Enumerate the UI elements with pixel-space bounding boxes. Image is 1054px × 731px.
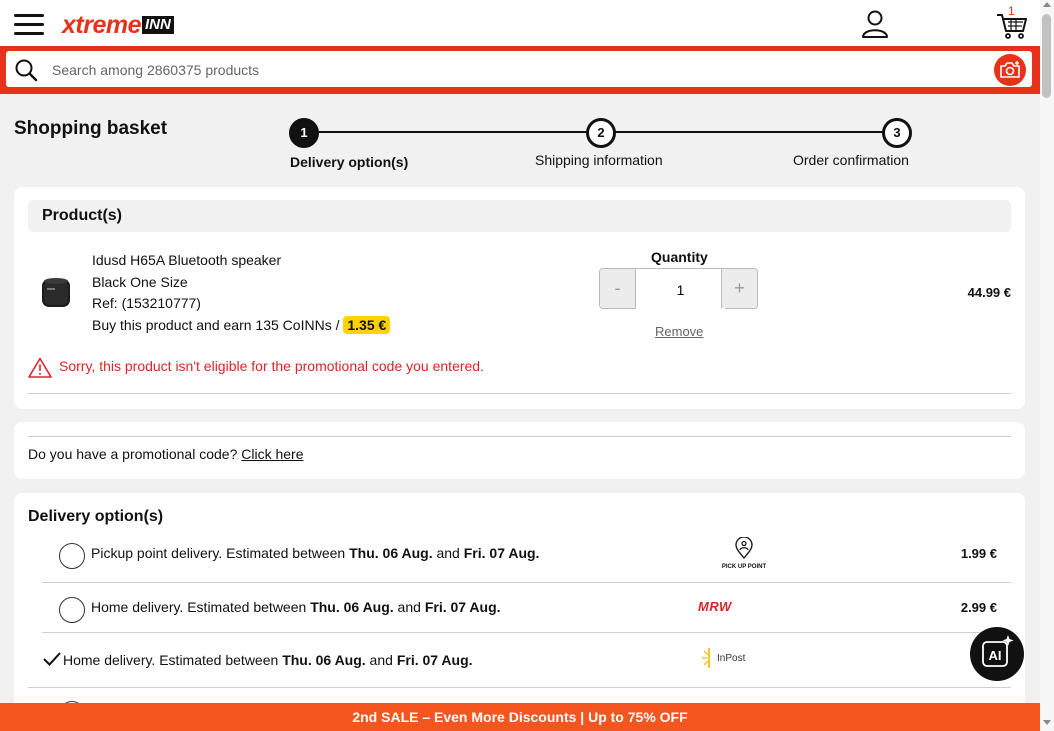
- warning-icon: [28, 357, 52, 378]
- divider: [28, 687, 1011, 688]
- step-1-circle: 1: [289, 118, 319, 148]
- step-3-label: Order confirmation: [793, 152, 909, 168]
- delivery-price: 1.99 €: [960, 546, 997, 561]
- mrw-logo: MRW: [698, 599, 732, 614]
- inpost-logo: InPost: [702, 647, 745, 669]
- pickup-point-icon: [735, 536, 753, 559]
- delivery-date-end: Fri. 07 Aug.: [424, 599, 501, 615]
- cart-count-badge: 1: [1008, 4, 1015, 18]
- search-box: [6, 51, 1032, 87]
- coinns-badge: 1.35 €: [343, 315, 391, 334]
- product-variant: Black One Size: [92, 273, 188, 290]
- product-details: Idusd H65A Bluetooth speaker Black One S…: [92, 250, 391, 337]
- user-icon[interactable]: [860, 9, 890, 39]
- delivery-option-text: Pickup point delivery. Estimated between…: [91, 545, 539, 561]
- step-2-circle: 2: [586, 118, 616, 148]
- menu-icon[interactable]: [14, 14, 44, 36]
- site-logo[interactable]: xtreme INN: [62, 12, 174, 38]
- products-header-label: Product(s): [42, 207, 122, 224]
- remove-link[interactable]: Remove: [655, 324, 703, 339]
- product-price: 44.99 €: [967, 285, 1011, 300]
- divider: [28, 436, 1011, 437]
- checkmark-icon[interactable]: [42, 651, 62, 667]
- inpost-sun-icon: [702, 648, 710, 668]
- step-2-label: Shipping information: [535, 152, 663, 168]
- promo-warning-message: Sorry, this product isn't eligible for t…: [59, 358, 484, 374]
- ai-label: AI: [989, 648, 1002, 663]
- delivery-date-start: Thu. 06 Aug.: [349, 545, 433, 561]
- ai-sparkle-icon: AI: [982, 635, 1014, 667]
- delivery-estimate-text: Pickup point delivery. Estimated between: [91, 545, 350, 561]
- delivery-date-end: Fri. 07 Aug.: [463, 545, 540, 561]
- delivery-date-start: Thu. 06 Aug.: [310, 599, 394, 615]
- pickup-point-logo: PICK UP POINT: [714, 536, 774, 570]
- product-ref: Ref: (153210777): [92, 295, 201, 311]
- step-3-circle: 3: [882, 118, 912, 148]
- divider: [28, 393, 1011, 394]
- delivery-option-text: Home delivery. Estimated between Thu. 06…: [91, 599, 501, 615]
- camera-icon: [1000, 61, 1020, 78]
- coinns-text: Buy this product and earn 135 CoINNs /: [92, 316, 344, 333]
- delivery-date-end: Fri. 07 Aug.: [396, 652, 473, 668]
- delivery-option-pickup[interactable]: Pickup point delivery. Estimated between…: [28, 533, 1011, 583]
- delivery-price: 2.99 €: [960, 600, 997, 615]
- quantity-stepper: - +: [599, 268, 758, 310]
- delivery-option-mrw[interactable]: Home delivery. Estimated between Thu. 06…: [28, 583, 1011, 633]
- quantity-input[interactable]: [636, 269, 725, 310]
- products-card: Product(s) Idusd H65A Bluetooth speaker …: [14, 187, 1025, 409]
- camera-search-button[interactable]: [994, 54, 1026, 86]
- delivery-and-text: and: [393, 599, 425, 615]
- search-input[interactable]: [50, 57, 954, 83]
- scroll-up-arrow-icon[interactable]: [1043, 2, 1051, 7]
- search-bar: [0, 46, 1040, 94]
- delivery-option-text: Home delivery. Estimated between Thu. 06…: [63, 652, 473, 668]
- delivery-and-text: and: [432, 545, 464, 561]
- delivery-title: Delivery option(s): [28, 508, 164, 525]
- delivery-option-inpost[interactable]: Home delivery. Estimated between Thu. 06…: [28, 633, 1011, 688]
- search-icon[interactable]: [14, 58, 38, 82]
- promo-card: Do you have a promotional code? Click he…: [14, 422, 1025, 479]
- step-1-label: Delivery option(s): [290, 154, 409, 170]
- quantity-decrease-button[interactable]: -: [600, 269, 636, 308]
- promo-click-here-link[interactable]: Click here: [241, 446, 303, 462]
- page-title: Shopping basket: [14, 118, 168, 139]
- stepper-line: [615, 131, 885, 133]
- delivery-and-text: and: [365, 652, 397, 668]
- page-scrollbar[interactable]: [1040, 0, 1054, 731]
- product-name[interactable]: Idusd H65A Bluetooth speaker: [92, 250, 390, 272]
- delivery-radio-mrw[interactable]: [59, 597, 85, 623]
- logo-suffix: INN: [142, 16, 174, 34]
- scroll-down-arrow-icon[interactable]: [1043, 720, 1051, 725]
- promo-code-prompt: Do you have a promotional code? Click he…: [28, 446, 304, 462]
- product-image[interactable]: [40, 275, 72, 309]
- products-header: Product(s): [28, 200, 1011, 232]
- delivery-card: Delivery option(s) Pickup point delivery…: [14, 493, 1025, 727]
- top-bar: xtreme INN: [0, 0, 1040, 48]
- inpost-label: InPost: [717, 652, 746, 664]
- sale-banner[interactable]: 2nd SALE – Even More Discounts | Up to 7…: [0, 703, 1040, 731]
- delivery-date-start: Thu. 06 Aug.: [282, 652, 366, 668]
- product-coinns: Buy this product and earn 135 CoINNs / 1…: [92, 315, 391, 337]
- delivery-radio-pickup[interactable]: [59, 543, 85, 569]
- quantity-label: Quantity: [651, 249, 708, 265]
- pickup-point-label: PICK UP POINT: [721, 564, 767, 570]
- delivery-estimate-text: Home delivery. Estimated between: [63, 652, 283, 668]
- stepper-line: [318, 131, 588, 133]
- logo-text: xtreme: [62, 11, 142, 39]
- quantity-increase-button[interactable]: +: [721, 269, 757, 308]
- ai-assistant-button[interactable]: AI: [970, 627, 1024, 681]
- promo-question: Do you have a promotional code?: [28, 446, 242, 462]
- scroll-thumb[interactable]: [1042, 14, 1051, 98]
- delivery-estimate-text: Home delivery. Estimated between: [91, 599, 311, 615]
